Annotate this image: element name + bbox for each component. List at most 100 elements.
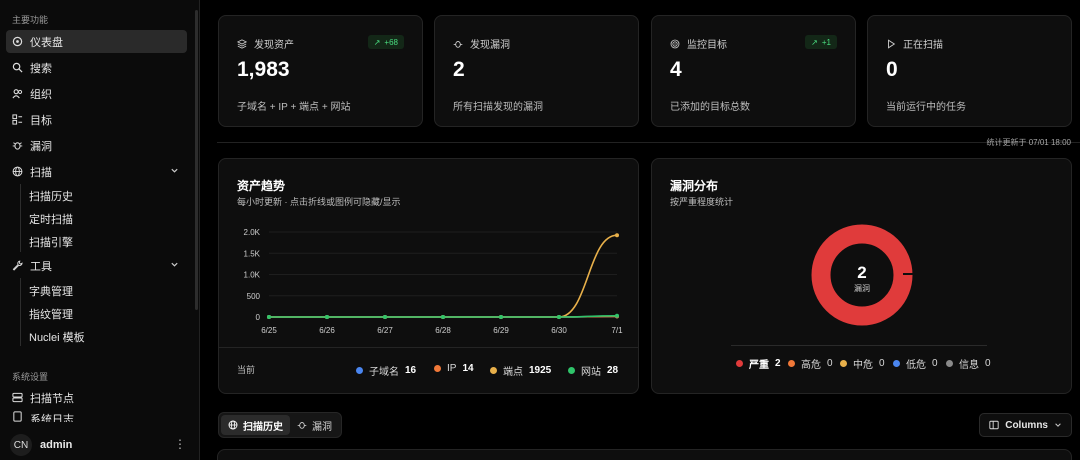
- stats-updated-text: 统计更新于 07/01 18:00: [986, 138, 1071, 147]
- layers-icon: [237, 38, 247, 49]
- sidebar-item-label: 工具: [30, 260, 52, 273]
- stat-value: 4: [670, 58, 682, 81]
- sidebar-item-label: 搜索: [30, 62, 52, 75]
- y-tick-label: 500: [247, 292, 261, 301]
- sidebar-item-target[interactable]: 目标: [6, 108, 187, 131]
- x-tick-label: 6/30: [551, 326, 567, 335]
- stat-label: 发现资产: [254, 40, 294, 51]
- y-tick-label: 2.0K: [244, 228, 261, 237]
- legend-dot: [788, 360, 795, 367]
- search-icon: [12, 62, 23, 73]
- sidebar-item-org[interactable]: 组织: [6, 82, 187, 105]
- data-point[interactable]: [499, 315, 503, 319]
- stat-card-assets[interactable]: 发现资产 ↗ +68 1,983 子域名 + IP + 端点 + 网站: [218, 15, 423, 127]
- y-tick-label: 1.5K: [244, 249, 261, 258]
- data-point[interactable]: [267, 315, 271, 319]
- chevron-down-icon[interactable]: [170, 260, 179, 269]
- legend-ip[interactable]: IP 14: [434, 363, 474, 374]
- sidebar-item-label: 目标: [30, 114, 52, 127]
- vuln-dist-card: 漏洞分布 按严重程度统计 2 漏洞 严重 2 高危 0 中危 0 低危 0 信息…: [651, 158, 1072, 394]
- legend-subdomain[interactable]: 子域名 16: [356, 363, 416, 378]
- sidebar-item-tools[interactable]: 工具: [6, 254, 187, 277]
- vuln-dist-subtitle: 按严重程度统计: [670, 197, 734, 207]
- sidebar-subitem-fingerprint[interactable]: 指纹管理: [29, 306, 73, 322]
- data-point[interactable]: [557, 315, 561, 319]
- tab-scan-history[interactable]: 扫描历史: [221, 415, 290, 435]
- scan-history-table: [217, 449, 1072, 460]
- stat-card-targets[interactable]: 监控目标 ↗ +1 4 已添加的目标总数: [651, 15, 856, 127]
- sidebar-item-scan[interactable]: 扫描: [6, 160, 187, 183]
- y-tick-label: 0: [256, 313, 261, 322]
- columns-button[interactable]: Columns: [979, 413, 1072, 437]
- sidebar-subitem-scan-history[interactable]: 扫描历史: [29, 188, 73, 204]
- sidebar-item-search[interactable]: 搜索: [6, 56, 187, 79]
- stat-card-vulns[interactable]: 发现漏洞 2 所有扫描发现的漏洞: [434, 15, 639, 127]
- sidebar-subitem-scan-engine[interactable]: 扫描引擎: [29, 234, 73, 250]
- legend-dot: [840, 360, 847, 367]
- legend-low[interactable]: 低危 0: [893, 356, 938, 371]
- sidebar-item-label: 系统日志: [30, 414, 74, 422]
- sidebar-item-label: 漏洞: [30, 140, 52, 153]
- trend-up-icon: ↗: [811, 37, 818, 47]
- legend-divider: [731, 345, 987, 346]
- tab-vulns[interactable]: 漏洞: [290, 415, 339, 435]
- divider: [217, 142, 1080, 143]
- sidebar-item-label: 组织: [30, 88, 52, 101]
- stat-label: 正在扫描: [903, 40, 943, 51]
- stat-desc: 子域名 + IP + 端点 + 网站: [237, 102, 351, 113]
- x-tick-label: 6/26: [319, 326, 335, 335]
- sidebar: 主要功能 仪表盘 搜索 组织 目标 漏洞 扫描 扫描历史 定时扫描 扫描引擎 工…: [0, 0, 200, 460]
- server-icon: [12, 392, 23, 403]
- stat-card-scanning[interactable]: 正在扫描 0 当前运行中的任务: [867, 15, 1072, 127]
- tools-subtree-line: [20, 278, 21, 346]
- sidebar-scrollbar[interactable]: [195, 10, 198, 310]
- user-menu[interactable]: CN admin ⋮: [10, 434, 192, 456]
- sidebar-subitem-scheduled-scan[interactable]: 定时扫描: [29, 211, 73, 227]
- sidebar-item-system-log[interactable]: 系统日志: [6, 410, 187, 422]
- sidebar-subitem-nuclei[interactable]: Nuclei 模板: [29, 329, 85, 345]
- data-point[interactable]: [325, 315, 329, 319]
- vuln-dist-title: 漏洞分布: [670, 179, 719, 193]
- asset-trend-chart[interactable]: 0 500 1.0K 1.5K 2.0K 6/25 6/26 6/27 6/28 6/29 6/30…: [219, 219, 640, 409]
- sidebar-item-label: 扫描节点: [30, 392, 74, 405]
- x-tick-label: 6/25: [261, 326, 277, 335]
- legend-info[interactable]: 信息 0: [946, 356, 991, 371]
- legend-dot: [736, 360, 743, 367]
- dashboard-icon: [12, 36, 23, 47]
- legend-dot: [434, 365, 441, 372]
- stat-desc: 已添加的目标总数: [670, 102, 750, 113]
- more-vertical-icon[interactable]: ⋮: [174, 438, 186, 450]
- legend-critical[interactable]: 严重 2: [736, 356, 781, 371]
- legend-endpoint[interactable]: 端点 1925: [490, 363, 551, 378]
- legend-high[interactable]: 高危 0: [788, 356, 833, 371]
- legend-dot: [356, 367, 363, 374]
- play-icon: [888, 38, 896, 49]
- data-point[interactable]: [615, 233, 619, 238]
- legend-medium[interactable]: 中危 0: [840, 356, 885, 371]
- sidebar-item-vuln[interactable]: 漏洞: [6, 134, 187, 157]
- wrench-icon: [12, 260, 23, 271]
- legend-website[interactable]: 网站 28: [568, 363, 618, 378]
- legend-dot: [946, 360, 953, 367]
- stat-value: 0: [886, 58, 898, 81]
- trend-badge: ↗ +68: [367, 35, 404, 49]
- target-icon: [12, 114, 23, 125]
- chevron-down-icon[interactable]: [170, 166, 179, 175]
- asset-trend-card: 资产趋势 每小时更新 · 点击折线或图例可隐藏/显示 0 500 1.0K 1.5K 2…: [218, 158, 639, 394]
- data-point[interactable]: [615, 313, 619, 318]
- target-icon: [670, 39, 680, 48]
- trend-badge: ↗ +1: [805, 35, 837, 49]
- data-point[interactable]: [383, 315, 387, 319]
- users-icon: [12, 88, 23, 99]
- bug-icon: [453, 40, 463, 48]
- asset-trend-title: 资产趋势: [237, 179, 286, 193]
- series-line[interactable]: [269, 234, 618, 318]
- sidebar-subitem-dict[interactable]: 字典管理: [29, 283, 73, 299]
- file-icon: [12, 411, 23, 422]
- chevron-down-icon: [1055, 423, 1061, 427]
- sidebar-item-scan-nodes[interactable]: 扫描节点: [6, 386, 187, 409]
- stat-label: 监控目标: [687, 40, 727, 51]
- sidebar-item-dashboard[interactable]: 仪表盘: [6, 30, 187, 53]
- user-name: admin: [40, 439, 73, 451]
- data-point[interactable]: [441, 315, 445, 319]
